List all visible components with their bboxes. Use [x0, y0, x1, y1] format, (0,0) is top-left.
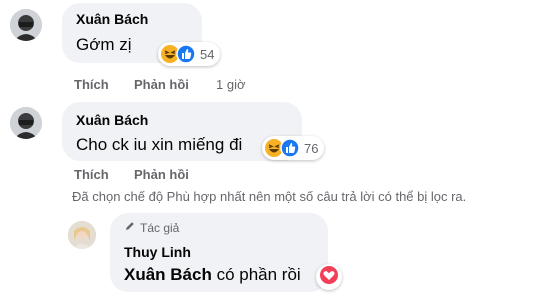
- reaction-summary[interactable]: [316, 264, 342, 290]
- reaction-summary[interactable]: 76: [262, 136, 325, 160]
- love-icon: [319, 265, 339, 290]
- avatar[interactable]: [10, 107, 42, 139]
- reaction-count: 54: [200, 46, 215, 62]
- reply-text: Xuân Bách có phần rồi: [124, 265, 301, 284]
- comment-text: Gớm zị: [76, 35, 132, 54]
- like-icon: [176, 44, 196, 64]
- timestamp[interactable]: 1 giờ: [216, 77, 246, 92]
- reply-button[interactable]: Phản hồi: [134, 77, 189, 92]
- comment-text: Cho ck iu xin miếng đi: [76, 135, 243, 154]
- avatar[interactable]: [68, 221, 96, 249]
- comment-author[interactable]: Xuân Bách: [76, 11, 148, 27]
- author-badge: Tác giả: [124, 220, 179, 235]
- mention-link[interactable]: Xuân Bách: [124, 265, 212, 284]
- author-badge-label: Tác giả: [140, 220, 180, 235]
- comment-author[interactable]: Xuân Bách: [76, 112, 148, 128]
- like-button[interactable]: Thích: [74, 167, 109, 182]
- like-button[interactable]: Thích: [74, 77, 109, 92]
- reaction-summary[interactable]: 54: [158, 42, 221, 66]
- reply-button[interactable]: Phản hồi: [134, 167, 189, 182]
- like-icon: [280, 138, 300, 158]
- pencil-icon: [124, 220, 136, 235]
- avatar[interactable]: [10, 9, 42, 41]
- filter-notice: Đã chọn chế độ Phù hợp nhất nên một số c…: [72, 189, 467, 204]
- reply-author[interactable]: Thuy Linh: [124, 244, 191, 260]
- reaction-count: 76: [304, 140, 319, 156]
